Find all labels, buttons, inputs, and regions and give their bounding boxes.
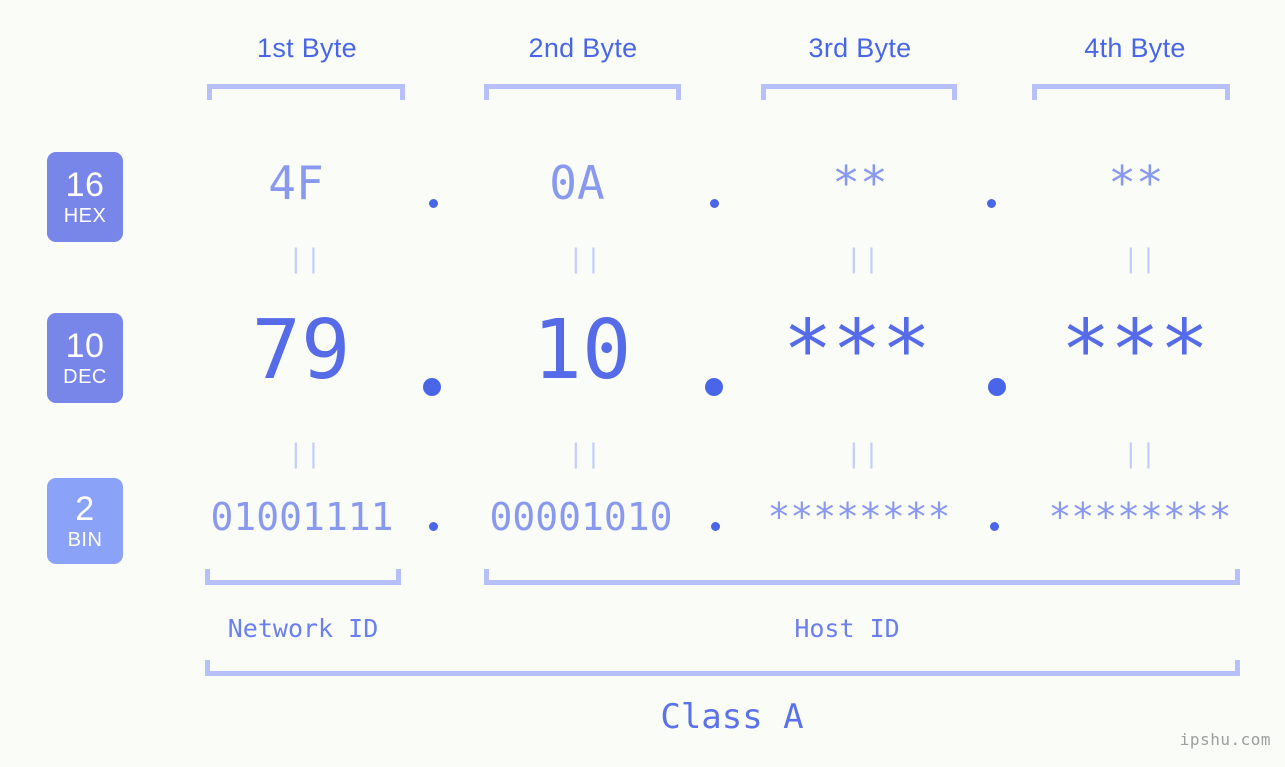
radix-badge-bin-number: 2	[75, 490, 95, 528]
radix-badge-hex-abbr: HEX	[63, 205, 107, 227]
radix-badge-dec-number: 10	[65, 327, 105, 365]
equals-connector-1-1: ||	[288, 244, 324, 274]
byte-header-label-1: 1st Byte	[257, 33, 357, 63]
dec-separator-3	[988, 378, 1006, 396]
byte-header-label-4: 4th Byte	[1084, 33, 1186, 63]
dec-separator-1	[423, 378, 441, 396]
bin-separator-3	[990, 522, 999, 531]
byte-bracket-top-2	[484, 84, 681, 100]
equals-connector-2-2: ||	[568, 439, 604, 469]
bin-separator-2	[711, 522, 720, 531]
byte-bracket-top-1	[207, 84, 405, 100]
site-watermark: ipshu.com	[1179, 730, 1271, 749]
bin-byte-2: 00001010	[489, 495, 673, 539]
radix-badge-hex-number: 16	[65, 166, 105, 204]
network-id-bracket	[205, 569, 401, 585]
hex-separator-2	[710, 199, 719, 208]
equals-connector-1-2: ||	[568, 244, 604, 274]
hex-byte-2: 0A	[549, 156, 605, 210]
byte-header-label-3: 3rd Byte	[808, 33, 912, 63]
byte-bracket-top-4	[1032, 84, 1230, 100]
radix-badge-hex: 16 HEX	[47, 152, 123, 242]
radix-badge-dec-abbr: DEC	[63, 366, 107, 388]
host-id-label: Host ID	[794, 614, 900, 643]
radix-badge-bin-abbr: BIN	[67, 529, 103, 551]
network-id-label: Network ID	[227, 614, 379, 643]
hex-byte-4: **	[1108, 156, 1164, 210]
hex-separator-1	[429, 199, 438, 208]
equals-connector-2-1: ||	[288, 439, 324, 469]
hex-byte-1: 4F	[268, 156, 324, 210]
radix-badge-bin: 2 BIN	[47, 478, 123, 564]
dec-byte-3: ***	[782, 303, 932, 398]
equals-connector-2-3: ||	[846, 439, 882, 469]
dec-byte-1: 79	[251, 303, 351, 398]
host-id-bracket	[484, 569, 1240, 585]
byte-bracket-top-3	[761, 84, 957, 100]
bin-separator-1	[429, 522, 438, 531]
ip-address-breakdown-diagram: 1st Byte 2nd Byte 3rd Byte 4th Byte 16 H…	[0, 0, 1285, 767]
dec-byte-4: ***	[1060, 303, 1210, 398]
hex-separator-3	[987, 199, 996, 208]
bin-byte-1: 01001111	[210, 495, 394, 539]
equals-connector-1-3: ||	[846, 244, 882, 274]
bin-byte-4: ********	[1048, 495, 1232, 539]
class-bracket	[205, 660, 1240, 676]
equals-connector-2-4: ||	[1123, 439, 1159, 469]
dec-byte-2: 10	[532, 303, 632, 398]
class-label: Class A	[660, 697, 804, 737]
byte-header-label-2: 2nd Byte	[528, 33, 638, 63]
bin-byte-3: ********	[767, 495, 951, 539]
dec-separator-2	[705, 378, 723, 396]
equals-connector-1-4: ||	[1123, 244, 1159, 274]
hex-byte-3: **	[832, 156, 888, 210]
radix-badge-dec: 10 DEC	[47, 313, 123, 403]
